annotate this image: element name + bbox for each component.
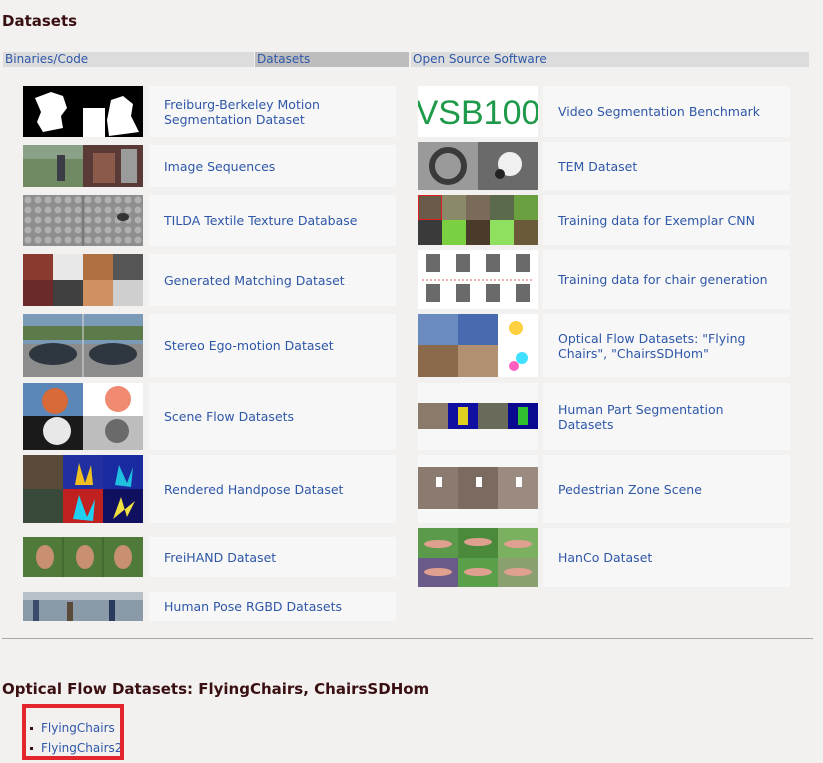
exemplar-cnn-thumbnail: [418, 195, 538, 245]
scene-flow-thumbnail: [23, 383, 143, 450]
dataset-item-scene-flow[interactable]: Scene Flow Datasets: [23, 383, 396, 450]
dataset-item-vsb100[interactable]: VSB100 Video Segmentation Benchmark: [418, 86, 790, 137]
section-divider: [2, 638, 813, 639]
dataset-item-exemplar-cnn[interactable]: Training data for Exemplar CNN: [418, 195, 790, 245]
dataset-item-stereo-ego-motion[interactable]: Stereo Ego-motion Dataset: [23, 314, 396, 377]
dataset-item-hanco[interactable]: HanCo Dataset: [418, 528, 790, 587]
dataset-item-generated-matching[interactable]: Generated Matching Dataset: [23, 254, 396, 306]
vsb100-logo: VSB100: [418, 86, 538, 137]
dataset-label: Rendered Handpose Dataset: [164, 481, 344, 497]
dataset-label: Training data for chair generation: [558, 272, 768, 287]
dataset-label: Freiburg-Berkeley Motion Segmentation Da…: [164, 96, 320, 127]
dataset-item-fbms[interactable]: Freiburg-Berkeley Motion Segmentation Da…: [23, 86, 396, 137]
dataset-label: Stereo Ego-motion Dataset: [164, 338, 334, 353]
generated-matching-thumbnail: [23, 254, 143, 306]
dataset-label: Video Segmentation Benchmark: [558, 104, 761, 119]
dataset-label: FreiHAND Dataset: [164, 549, 277, 565]
dataset-label: TEM Dataset: [558, 158, 638, 174]
dataset-item-image-sequences[interactable]: Image Sequences: [23, 145, 396, 187]
dataset-item-tem[interactable]: TEM Dataset: [418, 142, 790, 190]
dataset-item-freihand[interactable]: FreiHAND Dataset: [23, 537, 396, 577]
dataset-label: Optical Flow Datasets: "Flying Chairs", …: [558, 330, 746, 361]
dataset-label: Human Pose RGBD Datasets: [164, 599, 342, 614]
hanco-thumbnail: [418, 528, 538, 587]
pedestrian-zone-thumbnail: [418, 455, 538, 523]
image-sequences-thumbnail: [23, 145, 143, 187]
vsb100-logo-text: VSB100: [418, 94, 538, 132]
dataset-grid: Freiburg-Berkeley Motion Segmentation Da…: [0, 0, 823, 640]
human-part-segmentation-thumbnail: [418, 383, 538, 450]
dataset-item-tilda[interactable]: TILDA Textile Texture Database: [23, 195, 396, 246]
dataset-label: Pedestrian Zone Scene: [558, 481, 702, 497]
dataset-item-human-pose-rgbd[interactable]: Human Pose RGBD Datasets: [23, 592, 396, 621]
human-pose-rgbd-thumbnail: [23, 592, 143, 621]
dataset-item-pedestrian-zone[interactable]: Pedestrian Zone Scene: [418, 455, 790, 523]
chair-generation-thumbnail: [418, 250, 538, 309]
dataset-label: Image Sequences: [164, 158, 276, 174]
dataset-item-human-part-segmentation[interactable]: Human Part Segmentation Datasets: [418, 383, 790, 450]
dataset-label: Scene Flow Datasets: [164, 409, 295, 424]
dataset-item-optical-flow[interactable]: Optical Flow Datasets: "Flying Chairs", …: [418, 314, 790, 377]
dataset-label: Generated Matching Dataset: [164, 272, 345, 288]
dataset-label: Human Part Segmentation Datasets: [558, 401, 724, 432]
tilda-thumbnail: [23, 195, 143, 246]
page: Datasets Binaries/Code Datasets Open Sou…: [0, 0, 823, 763]
freihand-thumbnail: [23, 537, 143, 577]
highlight-box: [22, 704, 124, 760]
dataset-label: HanCo Dataset: [558, 550, 653, 565]
dataset-item-chair-generation[interactable]: Training data for chair generation: [418, 250, 790, 309]
dataset-label: TILDA Textile Texture Database: [164, 213, 358, 228]
stereo-ego-motion-thumbnail: [23, 314, 143, 377]
optical-flow-thumbnail: [418, 314, 538, 377]
tem-thumbnail: [418, 142, 538, 190]
fbms-thumbnail: [23, 86, 143, 137]
rendered-handpose-thumbnail: [23, 455, 143, 523]
dataset-item-rendered-handpose[interactable]: Rendered Handpose Dataset: [23, 455, 396, 523]
section-heading: Optical Flow Datasets: FlyingChairs, Cha…: [2, 680, 430, 698]
dataset-label: Training data for Exemplar CNN: [558, 212, 755, 228]
